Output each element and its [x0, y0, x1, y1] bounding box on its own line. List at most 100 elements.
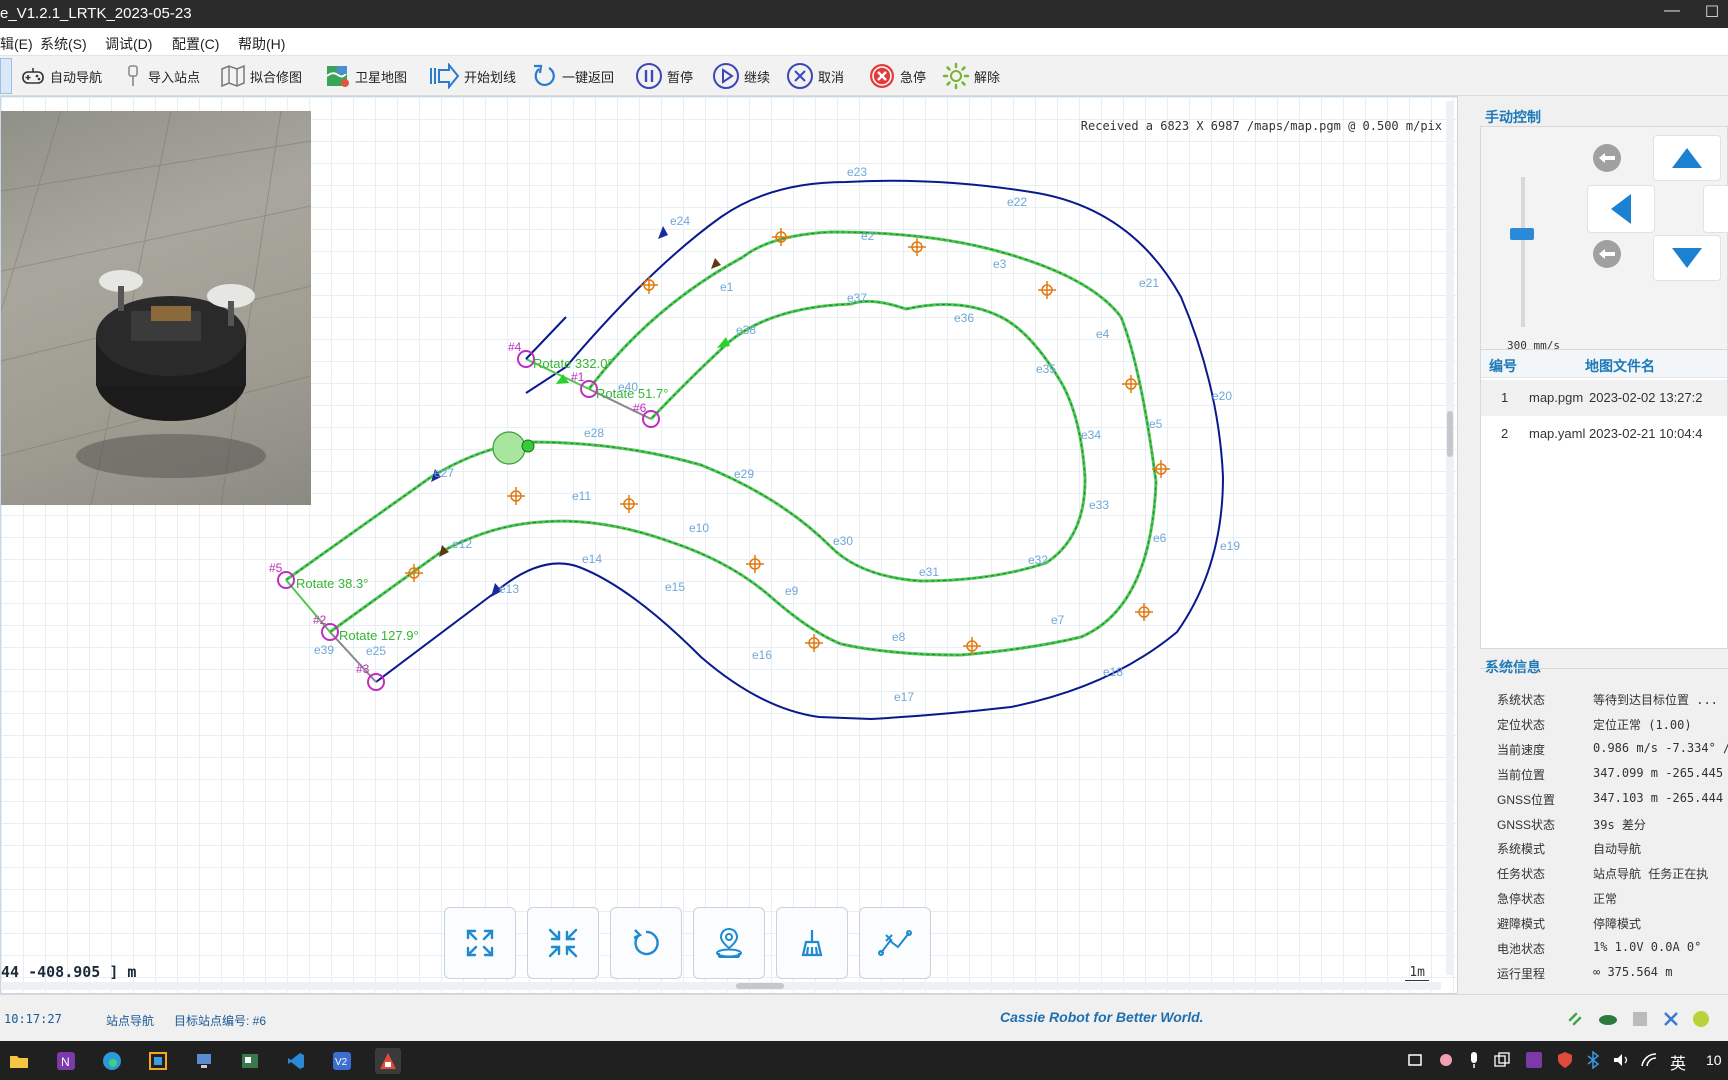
status-target: 目标站点编号: #6	[174, 1014, 267, 1028]
map-file-row[interactable]: 2 map.yaml 2023-02-21 10:04:4	[1481, 416, 1727, 452]
scroll-thumb[interactable]	[1447, 411, 1453, 457]
map-horizontal-scrollbar[interactable]	[1, 982, 1441, 990]
folded-map-icon	[221, 64, 245, 88]
menu-config[interactable]: 配置(C)	[172, 34, 219, 54]
manual-control-title: 手动控制	[1485, 109, 1541, 125]
station-label: #5	[269, 561, 283, 575]
import-station-button[interactable]: 导入站点	[122, 62, 200, 90]
system-info-key: 系统模式	[1497, 842, 1546, 857]
satellite-map-button[interactable]: 卫星地图	[325, 62, 407, 90]
manual-control-panel: 300 mm/s	[1480, 126, 1728, 356]
expand-icon	[466, 929, 494, 957]
map-vertical-scrollbar[interactable]	[1446, 101, 1454, 975]
menu-debug[interactable]: 调试(D)	[105, 34, 152, 54]
pause-button[interactable]: 暂停	[635, 62, 693, 90]
pin-icon	[128, 65, 138, 86]
system-info-row: 任务状态 站点导航 任务正在执	[1480, 861, 1728, 883]
compress-icon	[548, 928, 578, 958]
system-info-key: 电池状态	[1497, 942, 1546, 956]
estop-button[interactable]: 急停	[868, 62, 926, 90]
import-station-label: 导入站点	[148, 69, 201, 85]
cursor-coordinates: 44 -408.905 ] m	[1, 963, 137, 981]
arrow-left-icon	[1611, 194, 1631, 224]
one-key-return-button[interactable]: 一键返回	[532, 62, 614, 90]
backward-button[interactable]	[1653, 235, 1721, 281]
edge-label: e10	[689, 521, 709, 535]
map-file-row[interactable]: 1 map.pgm 2023-02-02 13:27:2	[1481, 380, 1727, 416]
turn-left-button[interactable]	[1587, 185, 1655, 233]
system-info-row: 定位状态 定位正常 (1.00)	[1480, 712, 1728, 734]
zoom-fit-button[interactable]	[444, 907, 516, 979]
maximize-button[interactable]: ☐	[1692, 2, 1728, 22]
release-button[interactable]: 解除	[942, 62, 1000, 90]
arrow-right-icon	[430, 63, 460, 89]
terminal-app-icon[interactable]	[237, 1048, 263, 1074]
system-info-key: 当前位置	[1497, 767, 1546, 782]
minimize-button[interactable]: —	[1652, 2, 1692, 20]
rotate-right-button[interactable]	[1590, 237, 1624, 271]
edge-label: e39	[314, 643, 334, 657]
pause-icon	[636, 63, 662, 89]
measure-button[interactable]	[859, 907, 931, 979]
network-app-icon[interactable]	[191, 1048, 217, 1074]
taskbar-clock[interactable]: 10	[1706, 1052, 1722, 1068]
middle-route-path[interactable]	[329, 230, 1158, 657]
robot-photo	[1, 111, 311, 505]
menu-system[interactable]: 系统(S)	[40, 34, 87, 54]
forward-button[interactable]	[1653, 135, 1721, 181]
system-info-value: 自动导航	[1593, 842, 1642, 857]
flower-icon	[1440, 1054, 1452, 1066]
sun-icon	[942, 62, 970, 90]
edge-browser-icon[interactable]	[99, 1048, 125, 1074]
station-label: #6	[633, 401, 647, 415]
inner-route-centerline	[285, 300, 1086, 582]
rotate-left-icon	[1593, 144, 1621, 172]
speed-slider[interactable]	[1510, 177, 1534, 327]
system-info-value: ∞ 375.564 m	[1593, 964, 1673, 979]
direction-arrow	[439, 545, 449, 557]
inner-route-path[interactable]	[285, 299, 1087, 583]
edge-label: e11	[572, 489, 591, 503]
cancel-icon	[787, 63, 813, 89]
resume-button[interactable]: 继续	[712, 62, 770, 90]
turn-right-button[interactable]	[1703, 185, 1728, 233]
zoom-shrink-button[interactable]	[527, 907, 599, 979]
estop-icon	[870, 64, 894, 88]
edge-label: e33	[1089, 498, 1109, 512]
ime-indicator[interactable]: 英	[1670, 1050, 1686, 1074]
map-canvas[interactable]: #4 #1 #6 #5 #2 #3 Rotate 332.0° Rotate 5…	[0, 96, 1458, 994]
edge-label: e25	[366, 644, 386, 658]
system-info-key: 定位状态	[1497, 717, 1546, 732]
taskbar: N V2 英 10	[0, 1041, 1728, 1080]
v2-app-icon[interactable]: V2	[329, 1048, 355, 1074]
cancel-button[interactable]: 取消	[786, 62, 844, 90]
app-icon[interactable]	[145, 1048, 171, 1074]
system-info-row: 急停状态 正常	[1480, 886, 1728, 908]
edge-label: e34	[1081, 428, 1101, 442]
station-label: #1	[571, 370, 585, 384]
reset-view-button[interactable]	[610, 907, 682, 979]
scroll-thumb[interactable]	[736, 983, 784, 989]
right-panel: 手动控制 300 mm/s 编号 地图文件名 1 map.pgm 2023-02…	[1470, 96, 1728, 994]
menu-edit[interactable]: 辑(E)	[0, 34, 33, 54]
edge-label: e24	[670, 214, 690, 228]
arrow-down-icon	[1672, 248, 1702, 268]
system-info-value: 定位正常 (1.00)	[1593, 717, 1692, 732]
speed-slider-knob[interactable]	[1510, 228, 1534, 240]
vscode-icon[interactable]	[283, 1048, 309, 1074]
rotate-left-button[interactable]	[1590, 141, 1624, 175]
direction-arrow	[658, 226, 668, 239]
map-file-date: 2023-02-21 10:04:4	[1589, 426, 1703, 441]
robot-app-icon[interactable]	[375, 1048, 401, 1074]
file-explorer-icon[interactable]	[6, 1048, 32, 1074]
edge-label: e18	[1103, 665, 1123, 679]
auto-nav-button[interactable]: 自动导航	[20, 62, 102, 90]
station-label: #2	[313, 613, 327, 627]
fit-map-button[interactable]: 拟合修图	[220, 62, 302, 90]
onenote-icon[interactable]: N	[53, 1048, 79, 1074]
start-line-button[interactable]: 开始划线	[428, 62, 516, 90]
clear-map-button[interactable]	[776, 907, 848, 979]
status-mode: 站点导航	[106, 1014, 155, 1028]
menu-help[interactable]: 帮助(H)	[238, 34, 285, 54]
locate-robot-button[interactable]	[693, 907, 765, 979]
